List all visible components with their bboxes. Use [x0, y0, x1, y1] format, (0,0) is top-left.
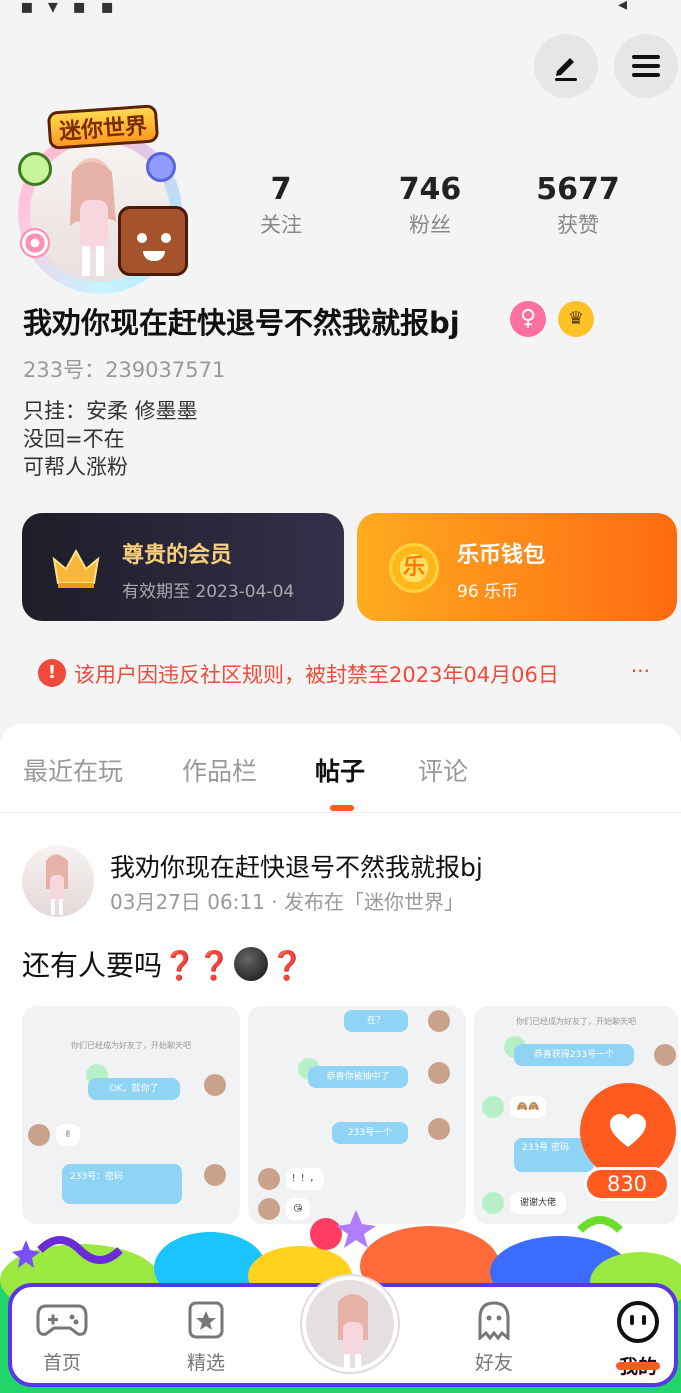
chat-bubble: 恭喜获得233号一个	[514, 1044, 634, 1066]
profile-bio: 只挂：安柔 修墨墨 没回=不在 可帮人涨粉	[23, 397, 198, 481]
bio-line: 只挂：安柔 修墨墨	[23, 399, 198, 423]
chat-bubble: 在？	[344, 1010, 408, 1032]
profile-avatar[interactable]: 迷你世界	[18, 104, 188, 294]
divider	[0, 812, 681, 813]
hamburger-icon	[632, 55, 660, 77]
nav-home[interactable]: 首页	[22, 1300, 102, 1375]
stat-value: 746	[398, 172, 462, 207]
stat-value: 7	[270, 172, 292, 207]
tab-recently-played[interactable]: 最近在玩	[23, 752, 123, 788]
stat-label: 获赞	[557, 213, 599, 237]
vip-expiry: 有效期至 2023-04-04	[122, 582, 295, 602]
dark-smiley-icon	[233, 947, 268, 981]
chat-bubble: ！！，	[286, 1168, 324, 1190]
status-icons-left: ▪ ▾ ▪ ▪	[20, 0, 118, 18]
bio-line: 可帮人涨粉	[23, 455, 128, 479]
chat-avatar	[204, 1164, 226, 1186]
stat-label: 关注	[260, 213, 302, 237]
more-ellipsis-icon: ···	[630, 659, 650, 683]
profile-nickname: 我劝你现在赶快退号不然我就报bj	[23, 306, 460, 340]
vip-membership-card[interactable]: 尊贵的会员 有效期至 2023-04-04	[22, 513, 344, 621]
stat-following[interactable]: 7 关注	[226, 172, 336, 240]
active-tab-indicator	[330, 805, 354, 811]
chat-system-text: 你们已经成为好友了，开始聊天吧	[516, 1017, 636, 1026]
stat-likes[interactable]: 5677 获赞	[523, 172, 633, 240]
ghost-icon	[478, 1301, 510, 1342]
crown-icon	[52, 548, 100, 588]
chat-avatar	[204, 1074, 226, 1096]
wallet-balance: 96 乐币	[457, 582, 519, 602]
ban-notice[interactable]: ! 该用户因违反社区规则，被封禁至2023年04月06日 ···	[38, 657, 668, 691]
skull-sticker-icon	[18, 152, 52, 186]
chat-avatar	[482, 1096, 504, 1118]
post-image-1[interactable]: 你们已经成为好友了，开始聊天吧 OK，就你了 ✌ 233号：密码	[22, 1006, 240, 1224]
chat-bubble: 233号一个	[332, 1122, 408, 1144]
stat-value: 5677	[536, 172, 620, 207]
stat-followers[interactable]: 746 粉丝	[375, 172, 485, 240]
active-nav-indicator	[616, 1362, 660, 1370]
menu-button[interactable]	[614, 34, 678, 98]
nav-label: 精选	[186, 1352, 225, 1374]
star-card-icon	[188, 1301, 224, 1339]
status-icon-right: ◂	[617, 0, 627, 15]
game-logo-badge: 迷你世界	[46, 104, 160, 150]
coin-icon: 乐	[389, 543, 439, 593]
chat-avatar	[428, 1010, 450, 1032]
edit-profile-button[interactable]	[534, 34, 598, 98]
warning-icon: !	[38, 659, 66, 687]
chat-bubble: 233号：密码	[62, 1164, 182, 1204]
post-text-main: 还有人要吗	[22, 949, 163, 982]
question-mark-icon: ❓	[196, 949, 232, 982]
post-text: 还有人要吗❓❓ ❓	[22, 944, 305, 984]
coin-wallet-card[interactable]: 乐 乐币钱包 96 乐币	[357, 513, 677, 621]
heart-icon	[610, 1114, 646, 1147]
post-meta: 03月27日 06:11 · 发布在「迷你世界」	[110, 890, 464, 914]
nav-label: 好友	[474, 1352, 513, 1374]
chat-avatar	[428, 1118, 450, 1140]
chat-bubble: ✌	[56, 1124, 80, 1146]
wallet-title: 乐币钱包	[457, 543, 546, 568]
nav-label: 首页	[42, 1352, 81, 1374]
tab-posts[interactable]: 帖子	[315, 752, 365, 788]
chat-bubble: OK，就你了	[88, 1078, 180, 1100]
chat-avatar	[258, 1168, 280, 1190]
chat-avatar	[654, 1044, 676, 1066]
post-author-name[interactable]: 我劝你现在赶快退号不然我就报bj	[110, 848, 483, 884]
chat-avatar	[28, 1124, 50, 1146]
chat-avatar	[428, 1062, 450, 1084]
question-mark-icon: ❓	[269, 949, 305, 982]
lollipop-sticker-icon	[20, 228, 50, 258]
like-count: 830	[584, 1167, 670, 1201]
pen-icon	[555, 58, 577, 81]
flower-sticker-icon	[146, 152, 176, 182]
user-id[interactable]: 233号：239037571	[23, 354, 225, 384]
nav-center-avatar[interactable]	[302, 1276, 398, 1372]
chat-system-text: 你们已经成为好友了，开始聊天吧	[71, 1041, 191, 1050]
chat-bubble: 🙈🙈	[510, 1096, 546, 1118]
post-author-avatar[interactable]	[22, 845, 94, 917]
nav-friends[interactable]: 好友	[454, 1300, 534, 1375]
ban-notice-text: 该用户因违反社区规则，被封禁至2023年04月06日	[74, 663, 559, 687]
tab-comments[interactable]: 评论	[418, 752, 468, 788]
post-image-2[interactable]: 在？ 恭喜你被抽中了 233号一个 ！！， 😘	[248, 1006, 466, 1224]
female-gender-icon: ♀	[510, 301, 546, 337]
stat-label: 粉丝	[409, 213, 451, 237]
like-button[interactable]	[580, 1083, 676, 1179]
vip-title: 尊贵的会员	[122, 543, 233, 568]
status-bar: ▪ ▾ ▪ ▪ ◂	[0, 0, 681, 20]
bio-line: 没回=不在	[23, 427, 125, 451]
bear-sticker-icon	[118, 206, 188, 276]
smile-face-icon	[617, 1301, 659, 1343]
chat-bubble: 恭喜你被抽中了	[308, 1066, 408, 1088]
question-mark-icon: ❓	[162, 949, 197, 982]
nav-featured[interactable]: 精选	[166, 1300, 246, 1375]
crown-badge-icon: ♛	[558, 301, 594, 337]
gamepad-icon	[36, 1304, 88, 1336]
tab-works[interactable]: 作品栏	[182, 752, 257, 788]
